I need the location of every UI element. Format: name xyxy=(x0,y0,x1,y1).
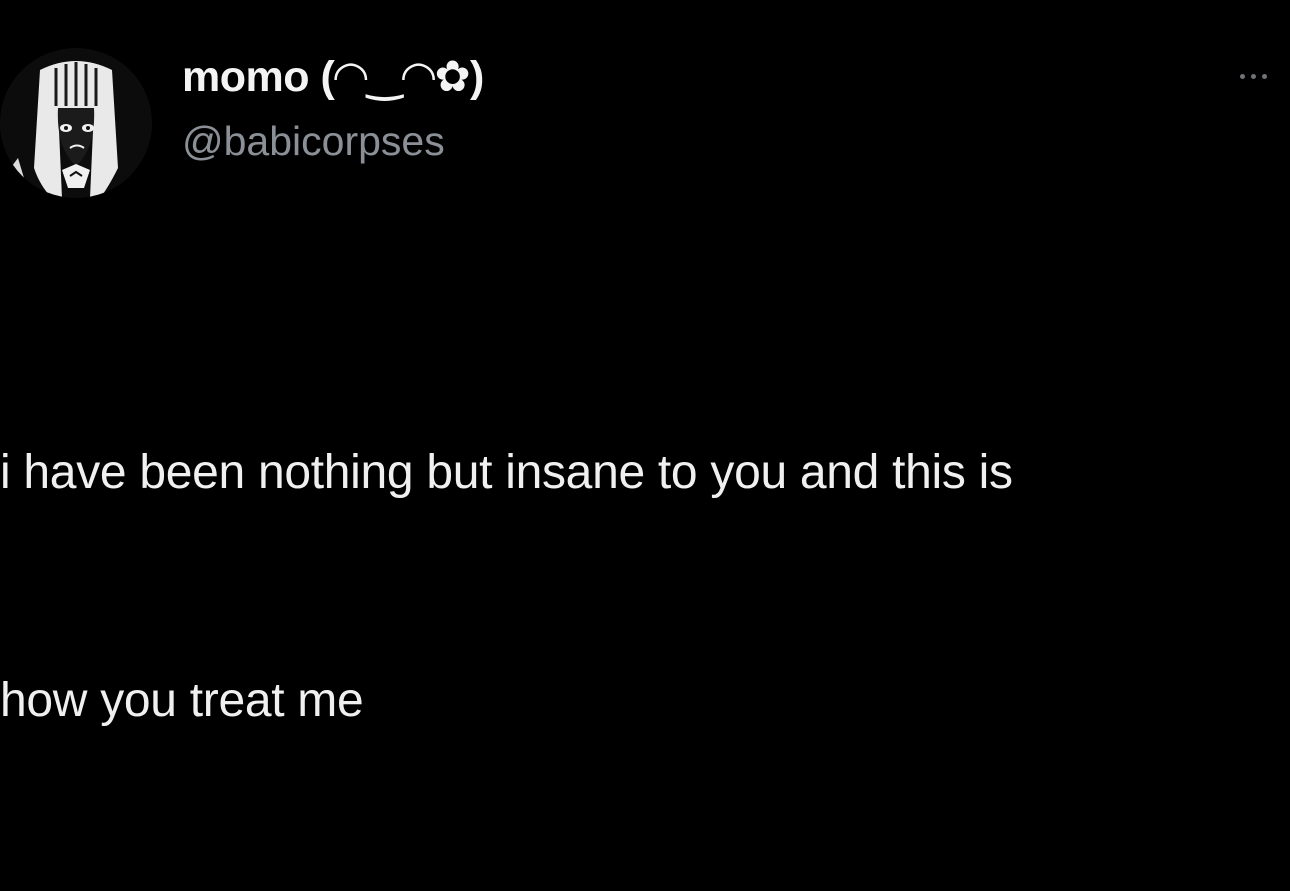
tweet-text-line: how you treat me xyxy=(0,674,364,727)
user-handle[interactable]: @babicorpses xyxy=(182,118,445,165)
more-options-icon xyxy=(1240,73,1245,79)
display-name[interactable]: momo (◠‿◠✿) xyxy=(182,52,484,102)
tweet-card: momo (◠‿◠✿) @babicorpses i have been not… xyxy=(0,0,1290,727)
more-options-button[interactable] xyxy=(1240,58,1290,94)
more-options-icon xyxy=(1251,73,1256,79)
tweet-text-line: i have been nothing but insane to you an… xyxy=(0,446,1013,499)
more-options-icon xyxy=(1262,73,1267,79)
anime-avatar-icon xyxy=(0,48,152,198)
avatar[interactable] xyxy=(0,48,152,198)
tweet-text: i have been nothing but insane to you an… xyxy=(0,283,1290,891)
